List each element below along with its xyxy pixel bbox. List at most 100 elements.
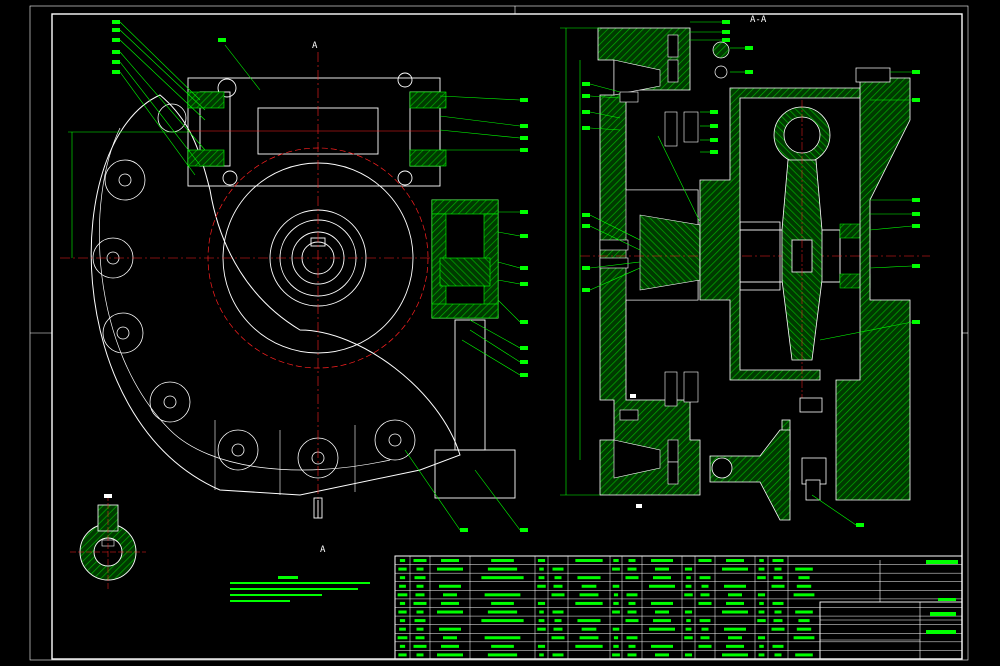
parts-list-cell-text xyxy=(684,593,693,597)
top-bearing-housing xyxy=(187,72,441,187)
right-support-section xyxy=(835,77,911,501)
parts-list-cell-text xyxy=(726,559,744,563)
parts-list-cell-text xyxy=(613,644,619,648)
parts-list-cell-text xyxy=(399,576,406,580)
parts-list-cell-text xyxy=(484,636,521,640)
parts-list-cell-text xyxy=(758,653,765,657)
parts-list-cell-text xyxy=(581,627,597,631)
parts-list-cell-text xyxy=(651,559,673,563)
parts-list-cell-text xyxy=(684,610,693,614)
parts-list-cell-text xyxy=(726,644,744,648)
parts-list-cell-text xyxy=(551,593,565,597)
parts-list-cell-text xyxy=(481,619,524,623)
parts-list-cell-text xyxy=(757,636,766,640)
parts-list-cell-text xyxy=(553,584,563,588)
parts-list-cell-text xyxy=(399,584,406,588)
arm-bolt-segments xyxy=(214,420,356,495)
parts-list-cell-text xyxy=(627,653,637,657)
parts-list-cell-text xyxy=(796,627,812,631)
parts-list-cell-text xyxy=(700,593,710,597)
parts-list-cell-text xyxy=(793,636,815,640)
parts-list-cell-text xyxy=(649,584,675,588)
parts-list-cell-text xyxy=(774,653,782,657)
parts-list-cell-text xyxy=(399,627,406,631)
parts-list-cell-text xyxy=(539,653,544,657)
parts-list-cell-text xyxy=(726,601,744,605)
top-nut-detail xyxy=(712,41,730,79)
section-view: A-A xyxy=(560,15,930,527)
parts-list-cell-text xyxy=(416,653,424,657)
parts-list-cell-text xyxy=(686,619,691,623)
parts-list-cell-text xyxy=(759,644,764,648)
parts-list-cell-text xyxy=(552,610,564,614)
parts-list-cell-text xyxy=(613,593,619,597)
parts-list-cell-text xyxy=(699,576,711,580)
parts-list-cell-text xyxy=(399,559,406,563)
parts-list-cell-text xyxy=(397,593,408,597)
parts-list-cell-text xyxy=(437,567,463,571)
parts-list-cell-text xyxy=(443,593,457,597)
parts-list-cell-text xyxy=(796,584,812,588)
crank-arm-outline xyxy=(90,94,461,496)
parts-list-cell-text xyxy=(728,593,742,597)
parts-list-cell-text xyxy=(398,567,407,571)
parts-list-cell-text xyxy=(772,559,784,563)
parts-list-cell-text xyxy=(577,576,601,580)
parts-list-cell-text xyxy=(491,559,514,563)
parts-list-cell-text xyxy=(575,644,603,648)
parts-list-cell-text xyxy=(773,619,783,623)
parts-list-cell-text xyxy=(773,576,783,580)
parts-list-cell-text xyxy=(759,601,764,605)
parts-list-cell-text xyxy=(758,610,765,614)
parts-list-cell-text xyxy=(724,584,746,588)
connecting-rod xyxy=(773,100,831,400)
parts-list-cell-text xyxy=(551,636,565,640)
parts-list-cell-text xyxy=(416,627,424,631)
parts-list-cell-text xyxy=(759,559,764,563)
parts-list-cell-text xyxy=(613,559,619,563)
parts-list-cell-text xyxy=(439,627,461,631)
parts-list-cell-text xyxy=(397,636,408,640)
parts-list-cell-text xyxy=(774,567,782,571)
parts-list-cell-text xyxy=(772,644,784,648)
parts-list-cell-text xyxy=(487,610,518,614)
parts-list-cell-text xyxy=(441,601,459,605)
parts-list-cell-text xyxy=(613,636,619,640)
parts-list-cell-text xyxy=(575,559,603,563)
parts-list-cell-text xyxy=(655,567,669,571)
parts-list-cell-text xyxy=(613,601,619,605)
parts-list-cell-text xyxy=(651,644,673,648)
parts-list-cell-text xyxy=(758,567,765,571)
parts-list-cell-text xyxy=(771,627,785,631)
parts-list-cell-text xyxy=(416,610,424,614)
parts-list-cell-text xyxy=(552,653,564,657)
parts-list-cell-text xyxy=(398,610,407,614)
parts-list-cell-text xyxy=(798,619,810,623)
parts-list-cell-text xyxy=(653,619,671,623)
parts-list-cell-text xyxy=(537,644,546,648)
parts-list-cell-text xyxy=(627,610,637,614)
parts-list-cell-text xyxy=(415,636,425,640)
parts-list-cell-text xyxy=(698,601,712,605)
parts-list-cell-text xyxy=(437,610,463,614)
parts-list-cell-text xyxy=(684,567,693,571)
parts-list-cell-text xyxy=(685,627,692,631)
parts-list-cell-text xyxy=(579,636,599,640)
parts-list-cell-text xyxy=(539,567,544,571)
parts-list-cell-text xyxy=(577,619,601,623)
parts-list-cell-text xyxy=(612,610,620,614)
parts-list-cell-text xyxy=(757,593,766,597)
parts-list-cell-text xyxy=(441,559,459,563)
parts-list-cell-text xyxy=(414,576,426,580)
parts-list-cell-text xyxy=(625,576,639,580)
parts-list-cell-text xyxy=(793,593,815,597)
parts-list-cell-text xyxy=(612,627,620,631)
parts-list-cell-text xyxy=(722,567,748,571)
parts-list-cell-text xyxy=(413,559,427,563)
parts-list-cell-text xyxy=(413,601,427,605)
parts-list-cell-text xyxy=(798,576,810,580)
parts-list-cell-text xyxy=(538,576,545,580)
parts-list-cell-text xyxy=(415,593,425,597)
parts-list-cell-text xyxy=(684,636,693,640)
cad-drawing-sheet: A A A-A xyxy=(29,5,969,661)
